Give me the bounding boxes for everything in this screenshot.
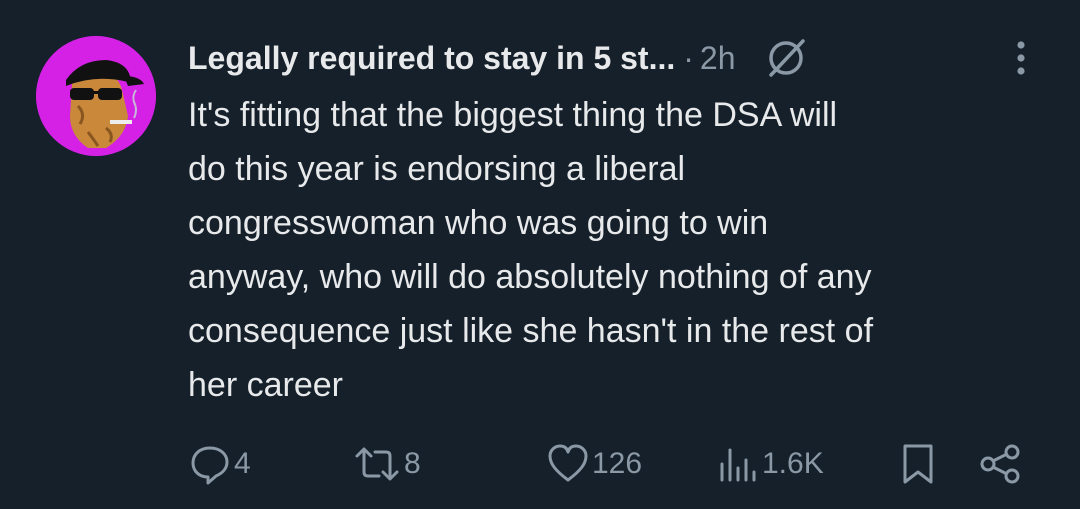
- author-name[interactable]: Legally required to stay in 5 st...: [188, 40, 675, 77]
- share-icon: [980, 444, 1020, 484]
- more-options-button[interactable]: [1004, 38, 1038, 78]
- avatar[interactable]: [36, 36, 156, 156]
- post-header: Legally required to stay in 5 st... · 2h: [188, 34, 808, 82]
- reply-count: 4: [234, 447, 251, 480]
- slashed-circle-icon: [768, 39, 805, 77]
- reply-icon: [191, 446, 229, 485]
- heart-icon: [548, 444, 588, 482]
- like-button[interactable]: 126: [546, 440, 642, 488]
- share-button[interactable]: [978, 440, 1022, 488]
- post-timestamp[interactable]: 2h: [700, 40, 736, 77]
- repost-button[interactable]: 8: [352, 440, 421, 488]
- separator-dot: ·: [683, 39, 694, 76]
- views-icon: [720, 448, 756, 482]
- avatar-image: [36, 36, 156, 156]
- post-actions: 4 8 126 1.6K: [0, 440, 1080, 488]
- repost-count: 8: [404, 447, 421, 480]
- bookmark-icon: [903, 444, 933, 484]
- bookmark-button[interactable]: [896, 440, 940, 488]
- repost-icon: [355, 447, 399, 481]
- reply-button[interactable]: 4: [188, 440, 251, 488]
- post-text: It's fitting that the biggest thing the …: [188, 96, 874, 404]
- like-count: 126: [592, 447, 643, 480]
- views-count: 1.6K: [762, 447, 824, 480]
- more-vertical-icon: [1017, 41, 1025, 75]
- views-button[interactable]: 1.6K: [716, 440, 824, 488]
